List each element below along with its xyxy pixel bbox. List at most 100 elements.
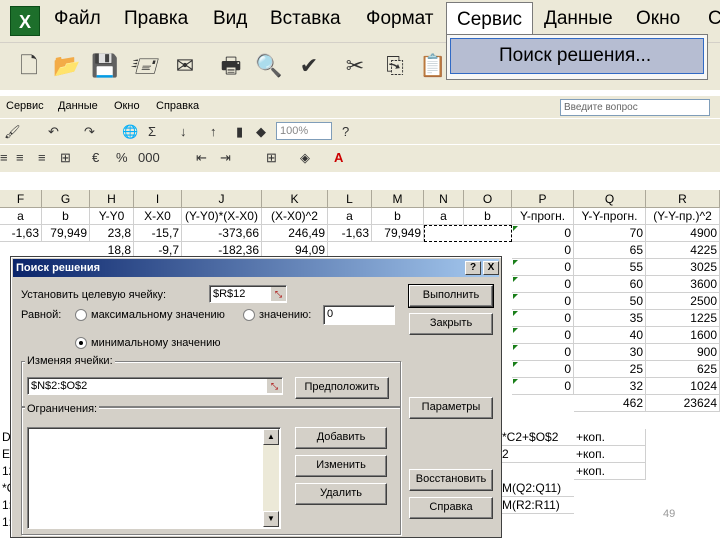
- options-button[interactable]: Параметры: [409, 397, 493, 419]
- menu-view[interactable]: Вид: [213, 8, 247, 30]
- percent-icon[interactable]: %: [116, 150, 128, 165]
- cell[interactable]: 3600: [646, 276, 720, 293]
- cell[interactable]: 79,949: [372, 225, 424, 242]
- currency-icon[interactable]: €: [92, 150, 99, 165]
- value-input[interactable]: 0: [323, 305, 395, 325]
- cell[interactable]: 0: [512, 310, 574, 327]
- help-title-button[interactable]: ?: [465, 261, 481, 275]
- menu-help-small[interactable]: Справка: [156, 100, 199, 112]
- cell[interactable]: 0: [512, 327, 574, 344]
- cell[interactable]: M(R2:R11): [500, 497, 574, 514]
- align-right-icon[interactable]: ≡: [38, 150, 46, 165]
- cell[interactable]: 50: [574, 293, 646, 310]
- cell[interactable]: 35: [574, 310, 646, 327]
- column-header-i[interactable]: I: [134, 190, 182, 208]
- cell[interactable]: X-X0: [134, 208, 182, 225]
- cell[interactable]: Y-Y-прогн.: [574, 208, 646, 225]
- collapse-dialog-icon[interactable]: ⤡: [270, 287, 286, 301]
- cell[interactable]: -1,63: [328, 225, 372, 242]
- column-header-k[interactable]: K: [262, 190, 328, 208]
- cell[interactable]: -1,63: [0, 225, 42, 242]
- target-cell-input[interactable]: $R$12 ⤡: [209, 285, 287, 303]
- print-icon[interactable]: 🖶: [216, 51, 246, 81]
- dialog-title-bar[interactable]: Поиск решения ? X: [13, 259, 499, 277]
- solver-menu-item[interactable]: Поиск решения...: [450, 38, 704, 74]
- cell[interactable]: 1225: [646, 310, 720, 327]
- cell[interactable]: 55: [574, 259, 646, 276]
- decrease-indent-icon[interactable]: ⇤: [196, 150, 207, 166]
- column-header-g[interactable]: G: [42, 190, 90, 208]
- menu-help-partial[interactable]: С: [708, 8, 720, 30]
- help-button[interactable]: Справка: [409, 497, 493, 519]
- cell[interactable]: 0: [512, 259, 574, 276]
- cell[interactable]: 2500: [646, 293, 720, 310]
- cell[interactable]: 40: [574, 327, 646, 344]
- column-header-f[interactable]: F: [0, 190, 42, 208]
- permission-icon[interactable]: 🖅: [130, 51, 160, 81]
- menu-file[interactable]: Файл: [54, 8, 101, 30]
- delete-button[interactable]: Удалить: [295, 483, 387, 505]
- cell[interactable]: 0: [512, 276, 574, 293]
- cell[interactable]: (Y-Y-пр.)^2: [646, 208, 720, 225]
- cell[interactable]: +коп.: [574, 446, 646, 463]
- copy-icon[interactable]: ⎘: [380, 51, 410, 81]
- new-document-icon[interactable]: 🗋: [14, 51, 44, 81]
- cell[interactable]: b: [464, 208, 512, 225]
- menu-format[interactable]: Формат: [366, 8, 434, 30]
- cell[interactable]: 23624: [646, 395, 720, 412]
- comma-style-icon[interactable]: 000: [138, 150, 160, 165]
- borders-icon[interactable]: ⊞: [266, 150, 277, 166]
- hyperlink-icon[interactable]: 🌐: [122, 124, 138, 140]
- paste-icon[interactable]: 📋: [418, 51, 448, 81]
- scroll-up-icon[interactable]: ▲: [263, 429, 279, 445]
- cell[interactable]: 0: [512, 378, 574, 395]
- menu-insert[interactable]: Вставка: [270, 8, 341, 30]
- guess-button[interactable]: Предположить: [295, 377, 389, 399]
- cell[interactable]: +коп.: [574, 429, 646, 446]
- cell[interactable]: 60: [574, 276, 646, 293]
- cell[interactable]: 3025: [646, 259, 720, 276]
- cell[interactable]: 4225: [646, 242, 720, 259]
- cell[interactable]: 0: [512, 344, 574, 361]
- format-painter-icon[interactable]: 🖌: [4, 124, 21, 140]
- menu-window-small[interactable]: Окно: [114, 100, 140, 112]
- cell[interactable]: (Y-Y0)*(X-X0): [182, 208, 262, 225]
- cut-icon[interactable]: ✂: [340, 51, 370, 81]
- cell[interactable]: M(Q2:Q11): [500, 480, 574, 497]
- scroll-down-icon[interactable]: ▼: [263, 511, 279, 527]
- changing-cells-input[interactable]: $N$2:$O$2 ⤡: [27, 377, 283, 395]
- fill-color-icon[interactable]: ◈: [300, 150, 310, 166]
- cell[interactable]: -373,66: [182, 225, 262, 242]
- zoom-select[interactable]: 100%: [276, 122, 332, 140]
- help-icon[interactable]: ?: [342, 124, 349, 139]
- cell[interactable]: b: [42, 208, 90, 225]
- column-header-j[interactable]: J: [182, 190, 262, 208]
- constraints-list[interactable]: ▲ ▼: [27, 427, 281, 529]
- cell[interactable]: *C2+$O$2: [500, 429, 574, 446]
- max-radio[interactable]: [75, 309, 87, 321]
- cell[interactable]: a: [0, 208, 42, 225]
- cell[interactable]: 32: [574, 378, 646, 395]
- cell[interactable]: a: [424, 208, 464, 225]
- increase-indent-icon[interactable]: ⇥: [220, 150, 231, 166]
- menu-window[interactable]: Окно: [636, 8, 680, 30]
- cell[interactable]: 1600: [646, 327, 720, 344]
- add-button[interactable]: Добавить: [295, 427, 387, 449]
- email-icon[interactable]: ✉: [170, 51, 200, 81]
- cell[interactable]: 0: [512, 293, 574, 310]
- reset-button[interactable]: Восстановить: [409, 469, 493, 491]
- print-preview-icon[interactable]: 🔍: [254, 51, 284, 81]
- column-header-m[interactable]: M: [372, 190, 424, 208]
- cell[interactable]: 2: [500, 446, 574, 463]
- column-header-r[interactable]: R: [646, 190, 720, 208]
- redo-icon[interactable]: ↷: [84, 124, 95, 140]
- cell[interactable]: 79,949: [42, 225, 90, 242]
- cell[interactable]: a: [328, 208, 372, 225]
- column-header-p[interactable]: P: [512, 190, 574, 208]
- change-button[interactable]: Изменить: [295, 455, 387, 477]
- cell[interactable]: 900: [646, 344, 720, 361]
- cell[interactable]: 0: [512, 242, 574, 259]
- spelling-icon[interactable]: ✔: [294, 51, 324, 81]
- merge-center-icon[interactable]: ⊞: [60, 150, 71, 166]
- collapse-dialog-icon[interactable]: ⤡: [266, 379, 282, 393]
